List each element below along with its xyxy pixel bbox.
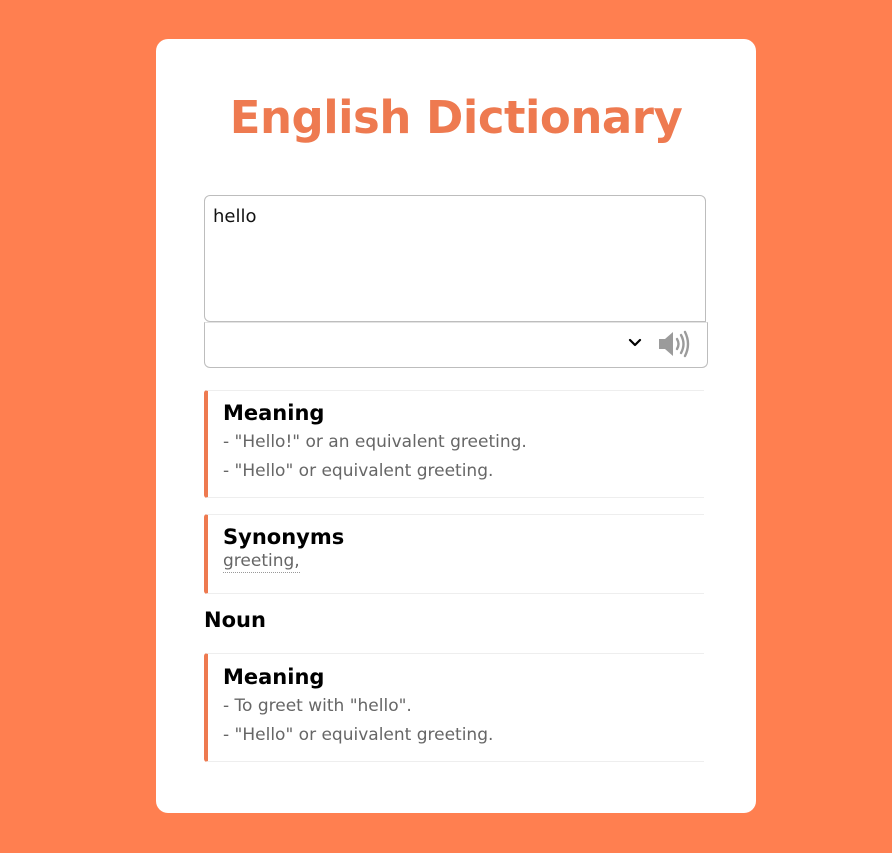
meaning-block: Meaning - "Hello!" or an equivalent gree… xyxy=(204,390,704,498)
page-title: English Dictionary xyxy=(229,91,683,144)
synonyms-block: Synonyms greeting, xyxy=(204,514,704,594)
meaning-heading: Meaning xyxy=(223,401,325,425)
meaning-heading: Meaning xyxy=(223,665,325,689)
dictionary-card: English Dictionary hello Meaning - "Hell… xyxy=(156,39,756,813)
definition-item: - "Hello" or equivalent greeting. xyxy=(223,725,494,746)
meaning-block: Meaning - To greet with "hello". - "Hell… xyxy=(204,653,704,762)
definition-item: - "Hello" or equivalent greeting. xyxy=(223,461,494,482)
part-of-speech-heading: Noun xyxy=(204,608,266,632)
speaker-icon[interactable] xyxy=(657,330,691,358)
search-input[interactable]: hello xyxy=(204,195,706,322)
synonyms-heading: Synonyms xyxy=(223,525,345,549)
definition-item: - To greet with "hello". xyxy=(223,696,412,717)
search-toolbar xyxy=(204,322,708,368)
search-input-value: hello xyxy=(213,206,257,227)
synonym-link[interactable]: greeting, xyxy=(223,550,300,574)
chevron-down-icon[interactable] xyxy=(625,333,645,353)
definition-item: - "Hello!" or an equivalent greeting. xyxy=(223,432,527,453)
